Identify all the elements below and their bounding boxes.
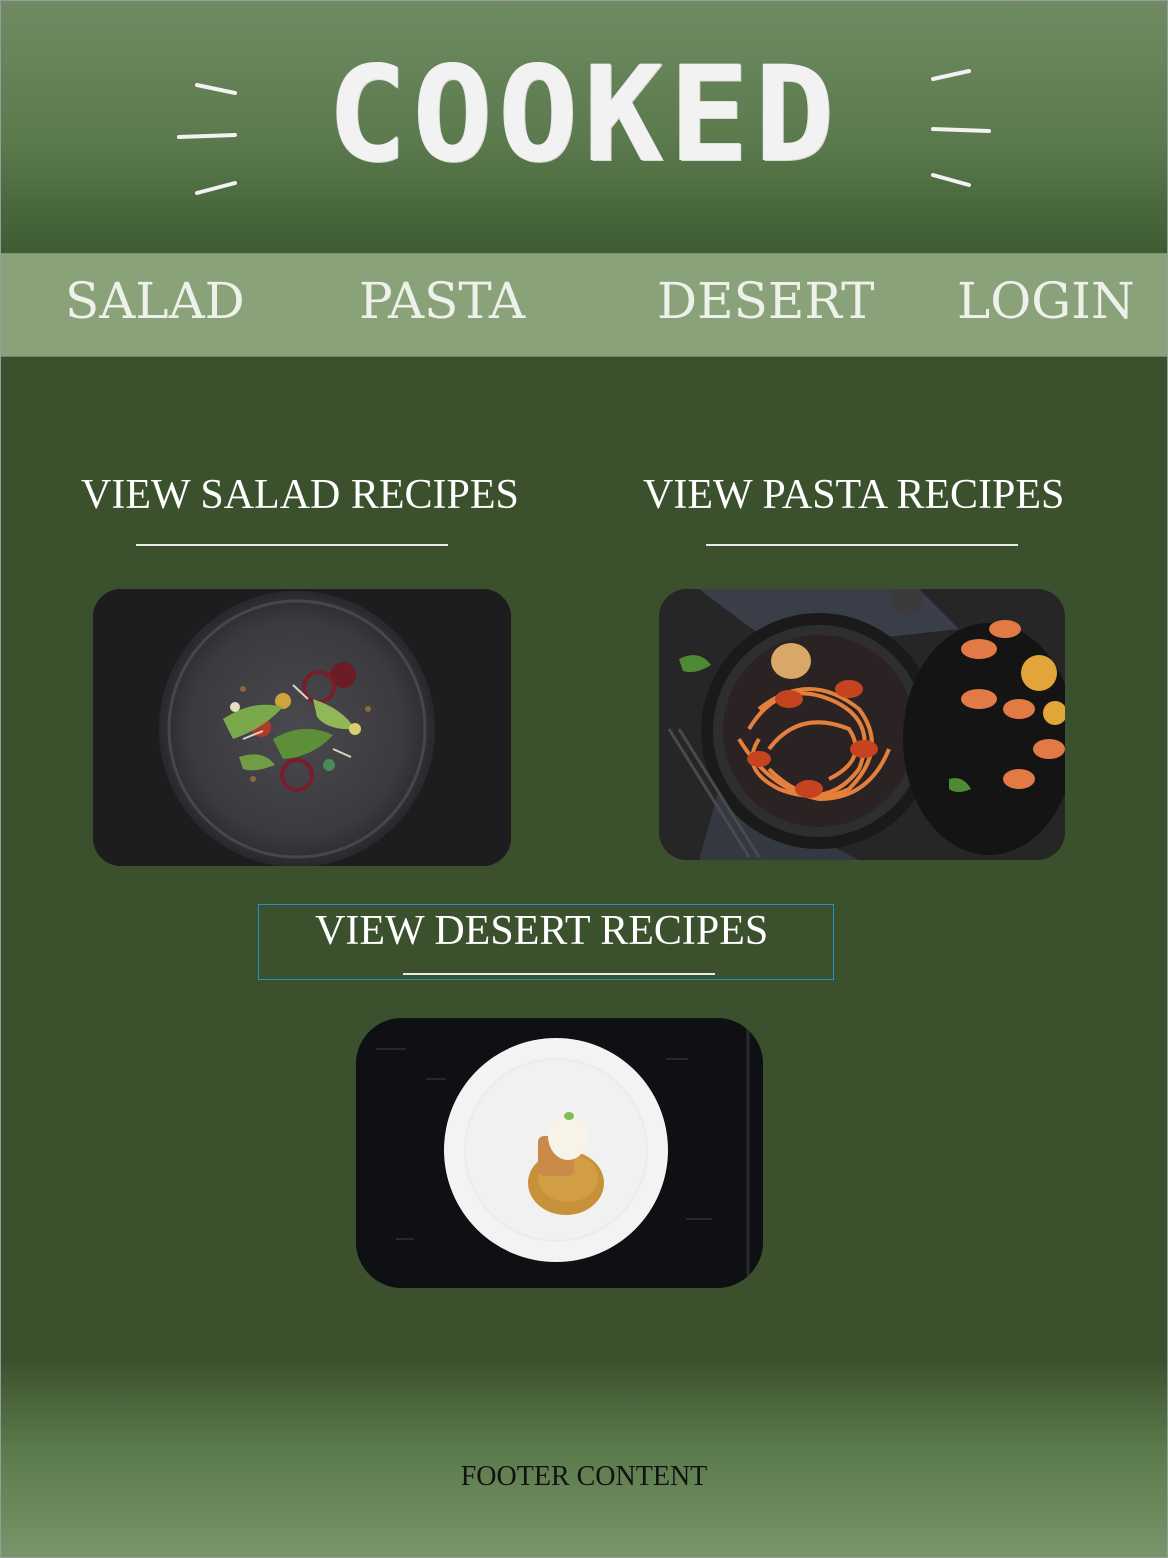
salad-photo: [93, 589, 511, 866]
desert-title-underline: [403, 973, 715, 975]
site-footer: FOOTER CONTENT: [1, 1357, 1167, 1557]
nav-item-salad[interactable]: SALAD: [65, 272, 245, 330]
pasta-photo: [659, 589, 1065, 860]
footer-content: FOOTER CONTENT: [460, 1461, 708, 1492]
nav-item-desert[interactable]: DESERT: [657, 272, 874, 330]
salad-image[interactable]: [93, 589, 511, 866]
nav-item-pasta[interactable]: PASTA: [359, 272, 525, 330]
salad-title-underline: [136, 544, 448, 546]
pasta-image[interactable]: [659, 589, 1065, 860]
nav-bar: SALAD PASTA DESERT LOGIN: [1, 253, 1167, 357]
pasta-title-underline: [706, 544, 1018, 546]
logo-text: COOKED: [327, 38, 841, 192]
logo-rays-right: [931, 69, 991, 187]
site-header: COOKED: [1, 1, 1167, 253]
view-salad-recipes-link[interactable]: VIEW SALAD RECIPES: [81, 471, 519, 519]
view-pasta-recipes-link[interactable]: VIEW PASTA RECIPES: [643, 471, 1064, 519]
nav-item-login[interactable]: LOGIN: [957, 272, 1135, 330]
desert-image[interactable]: [356, 1018, 763, 1288]
desert-photo: [356, 1018, 763, 1288]
page: COOKED SALAD PASTA DESERT LOGIN VIEW SAL…: [0, 0, 1168, 1558]
view-desert-recipes-link[interactable]: VIEW DESERT RECIPES: [315, 907, 768, 955]
